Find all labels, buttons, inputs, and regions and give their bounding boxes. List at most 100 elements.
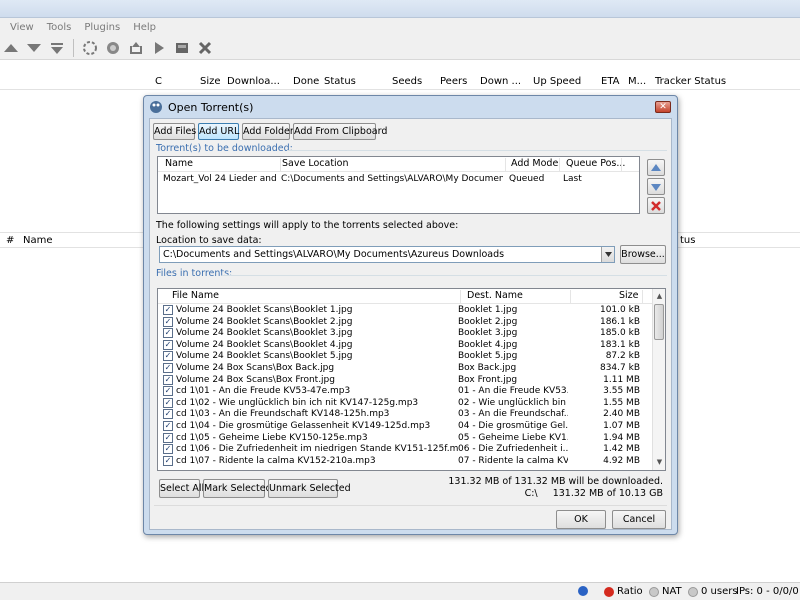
col-size[interactable]: Size	[200, 76, 221, 87]
file-row[interactable]: ✓ cd 1\07 - Ridente la calma KV152-210a.m…	[158, 455, 665, 467]
col-down-speed[interactable]: Down ...	[480, 76, 521, 87]
move-down-button[interactable]	[647, 178, 665, 195]
add-folder-button[interactable]: Add Folder	[242, 123, 294, 140]
down-arrow-icon[interactable]	[25, 39, 43, 57]
file-checkbox[interactable]: ✓	[163, 444, 173, 455]
col-eta[interactable]: ETA	[601, 76, 620, 87]
col-seeds[interactable]: Seeds	[392, 76, 422, 87]
file-row[interactable]: ✓ Volume 24 Booklet Scans\Booklet 5.jpg Bo…	[158, 351, 665, 362]
cancel-button[interactable]: Cancel	[612, 510, 666, 529]
files-scrollbar[interactable]: ▲ ▼	[652, 289, 665, 470]
file-checkbox[interactable]: ✓	[163, 363, 173, 373]
chevron-down-icon[interactable]	[601, 247, 614, 262]
file-checkbox[interactable]: ✓	[163, 397, 173, 408]
menu-view[interactable]: View	[10, 22, 34, 33]
torrent-name: Mozart_Vol 24 Lieder and n...	[163, 174, 276, 184]
file-checkbox[interactable]: ✓	[163, 409, 173, 420]
file-row[interactable]: ✓ cd 1\06 - Die Zufriedenheit im niedrige…	[158, 444, 665, 455]
file-row[interactable]: ✓ Volume 24 Box Scans\Box Front.jpg Box Fr…	[158, 374, 665, 386]
file-checkbox[interactable]: ✓	[163, 455, 173, 466]
menu-plugins[interactable]: Plugins	[84, 22, 120, 33]
file-row[interactable]: ✓ Volume 24 Booklet Scans\Booklet 1.jpg Bo…	[158, 305, 665, 316]
file-dest-name: Booklet 1.jpg	[458, 305, 518, 315]
scroll-up-icon[interactable]: ▲	[654, 291, 665, 302]
info-icon[interactable]	[578, 586, 588, 596]
file-dest-name: Booklet 2.jpg	[458, 316, 518, 327]
close-icon[interactable]: ✕	[655, 101, 671, 113]
publish-icon[interactable]	[127, 39, 145, 57]
up-arrow-icon[interactable]	[2, 39, 20, 57]
file-row[interactable]: ✓ cd 1\03 - An die Freundschaft KV148-125…	[158, 409, 665, 420]
browse-button[interactable]: Browse...	[620, 245, 666, 264]
start-icon[interactable]	[150, 39, 168, 57]
file-row[interactable]: ✓ Volume 24 Booklet Scans\Booklet 3.jpg Bo…	[158, 328, 665, 339]
file-row[interactable]: ✓ cd 1\05 - Geheime Liebe KV150-125e.mp3 0…	[158, 432, 665, 444]
files-list[interactable]: File Name Dest. Name Size ✓ Volume 24 Boo…	[157, 288, 666, 471]
users-indicator[interactable]: 0 users	[688, 586, 738, 597]
file-row[interactable]: ✓ Volume 24 Booklet Scans\Booklet 4.jpg Bo…	[158, 339, 665, 351]
header-queue-pos[interactable]: Queue Pos...	[566, 158, 625, 169]
scroll-thumb[interactable]	[654, 304, 664, 340]
file-row[interactable]: ✓ cd 1\01 - An die Freude KV53-47e.mp3 01 …	[158, 386, 665, 397]
ratio-indicator[interactable]: Ratio	[604, 586, 643, 597]
dialog-titlebar[interactable]: Open Torrent(s)	[144, 96, 677, 118]
col-done[interactable]: Done	[293, 76, 319, 87]
unmark-selected-button[interactable]: Unmark Selected	[268, 479, 351, 498]
ok-button[interactable]: OK	[556, 510, 606, 529]
remove-torrent-button[interactable]	[647, 197, 665, 214]
select-all-button[interactable]: Select All	[159, 479, 204, 498]
header-file-name[interactable]: File Name	[172, 290, 219, 301]
add-files-button[interactable]: Add Files	[153, 123, 196, 140]
col-up-speed[interactable]: Up Speed	[533, 76, 581, 87]
torrent-row[interactable]: Mozart_Vol 24 Lieder and n... C:\Documen…	[158, 174, 639, 185]
torrent-add-mode: Queued	[509, 174, 545, 184]
header-size[interactable]: Size	[619, 290, 639, 301]
file-checkbox[interactable]: ✓	[163, 316, 173, 327]
move-bottom-icon[interactable]	[48, 39, 66, 57]
run-icon[interactable]	[81, 39, 99, 57]
file-checkbox[interactable]: ✓	[163, 432, 173, 443]
header-name[interactable]: Name	[165, 158, 193, 169]
move-up-button[interactable]	[647, 159, 665, 176]
remove-icon[interactable]	[196, 39, 214, 57]
file-checkbox[interactable]: ✓	[163, 351, 173, 362]
col-peers[interactable]: Peers	[440, 76, 467, 87]
torrent-queue-pos: Last	[563, 174, 582, 184]
stop-icon[interactable]	[173, 39, 191, 57]
col-number[interactable]: #	[6, 235, 14, 246]
file-row[interactable]: ✓ cd 1\04 - Die grosmütige Gelassenheit K…	[158, 421, 665, 432]
file-checkbox[interactable]: ✓	[163, 305, 173, 315]
menu-tools[interactable]: Tools	[47, 22, 72, 33]
nat-icon	[649, 586, 659, 597]
col-m[interactable]: M...	[628, 76, 646, 87]
header-save-location[interactable]: Save Location	[282, 158, 349, 169]
file-row[interactable]: ✓ Volume 24 Booklet Scans\Booklet 2.jpg Bo…	[158, 316, 665, 328]
save-location-combo[interactable]: C:\Documents and Settings\ALVARO\My Docu…	[159, 246, 615, 263]
add-url-button[interactable]: Add URL	[198, 123, 239, 140]
mark-selected-button[interactable]: Mark Selected	[203, 479, 272, 498]
nat-indicator[interactable]: NAT	[649, 586, 682, 597]
file-checkbox[interactable]: ✓	[163, 374, 173, 385]
col-name[interactable]: Name	[23, 235, 53, 246]
header-dest-name[interactable]: Dest. Name	[467, 290, 523, 301]
menu-help[interactable]: Help	[133, 22, 156, 33]
host-icon[interactable]	[104, 39, 122, 57]
section-divider	[287, 150, 667, 151]
file-row[interactable]: ✓ cd 1\02 - Wie unglücklich bin ich nit K…	[158, 397, 665, 409]
col-status-partial[interactable]: tus	[680, 235, 695, 246]
file-checkbox[interactable]: ✓	[163, 328, 173, 339]
header-add-mode[interactable]: Add Mode	[511, 158, 558, 169]
files-list-header: File Name Dest. Name Size	[158, 289, 665, 304]
scroll-down-icon[interactable]: ▼	[654, 457, 665, 468]
col-status[interactable]: Status	[324, 76, 356, 87]
file-row[interactable]: ✓ Volume 24 Box Scans\Box Back.jpg Box Bac…	[158, 363, 665, 374]
file-checkbox[interactable]: ✓	[163, 386, 173, 397]
file-dest-name: 07 - Ridente la calma KV...	[458, 455, 568, 466]
file-checkbox[interactable]: ✓	[163, 421, 173, 431]
col-downloaded[interactable]: Downloa...	[227, 76, 280, 87]
add-from-clipboard-button[interactable]: Add From Clipboard	[293, 123, 387, 140]
col-tracker-status[interactable]: Tracker Status	[655, 76, 726, 87]
col-c[interactable]: C	[155, 76, 162, 87]
torrents-list[interactable]: Name Save Location Add Mode Queue Pos...…	[157, 156, 640, 214]
file-checkbox[interactable]: ✓	[163, 339, 173, 350]
